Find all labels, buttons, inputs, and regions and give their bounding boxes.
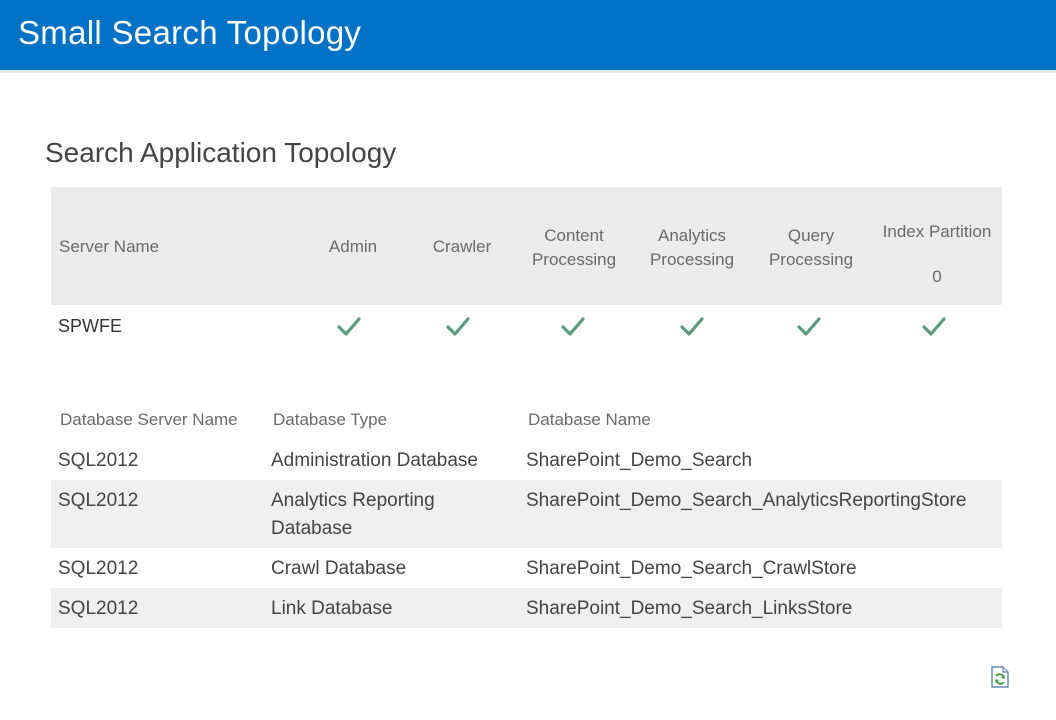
banner-divider — [0, 70, 1056, 73]
table-row: SQL2012 Link Database SharePoint_Demo_Se… — [51, 588, 1002, 628]
server-name-cell: SPWFE — [58, 316, 123, 336]
column-header-server-name: Server Name — [59, 237, 160, 256]
db-type-cell: Crawl Database — [271, 558, 407, 579]
section-title: Search Application Topology — [45, 137, 397, 168]
checkmark-icon — [561, 317, 585, 336]
db-name-cell: SharePoint_Demo_Search — [526, 450, 753, 471]
checkmark-icon — [797, 317, 821, 336]
db-column-header-name: Database Name — [528, 410, 651, 429]
table-row: SQL2012 Analytics Reporting Database Sha… — [51, 480, 1002, 548]
db-server-cell: SQL2012 — [58, 558, 139, 579]
db-server-cell: SQL2012 — [58, 450, 139, 471]
title-banner: Small Search Topology — [0, 0, 1056, 70]
checkmark-icon — [922, 317, 946, 336]
db-name-cell: SharePoint_Demo_Search_CrawlStore — [526, 558, 857, 579]
db-name-cell: SharePoint_Demo_Search_AnalyticsReportin… — [526, 490, 967, 511]
column-header-admin: Admin — [328, 237, 378, 256]
column-header-content-processing: Content Processing — [531, 226, 617, 269]
checkmark-icon — [446, 317, 470, 336]
column-header-crawler: Crawler — [432, 237, 492, 256]
column-header-analytics-processing: Analytics Processing — [649, 226, 735, 269]
db-server-cell: SQL2012 — [58, 598, 139, 619]
table-row: SQL2012 Crawl Database SharePoint_Demo_S… — [51, 548, 1002, 588]
db-server-cell: SQL2012 — [58, 490, 139, 511]
column-header-index-partition: Index Partition — [882, 222, 992, 241]
db-type-cell: Administration Database — [271, 450, 478, 471]
db-name-cell: SharePoint_Demo_Search_LinksStore — [526, 598, 853, 619]
checkmark-icon — [337, 317, 361, 336]
column-header-index-partition-number: 0 — [932, 267, 942, 286]
column-header-query-processing: Query Processing — [768, 226, 854, 269]
db-type-cell: Link Database — [271, 598, 393, 619]
db-type-cell: Analytics Reporting Database — [271, 490, 435, 539]
table-row: SQL2012 Administration Database SharePoi… — [51, 440, 1002, 480]
db-column-header-type: Database Type — [273, 410, 388, 429]
checkmark-icon — [680, 317, 704, 336]
page-title: Small Search Topology — [18, 14, 362, 51]
db-column-header-server: Database Server Name — [60, 410, 238, 429]
refresh-document-icon[interactable] — [990, 666, 1010, 688]
